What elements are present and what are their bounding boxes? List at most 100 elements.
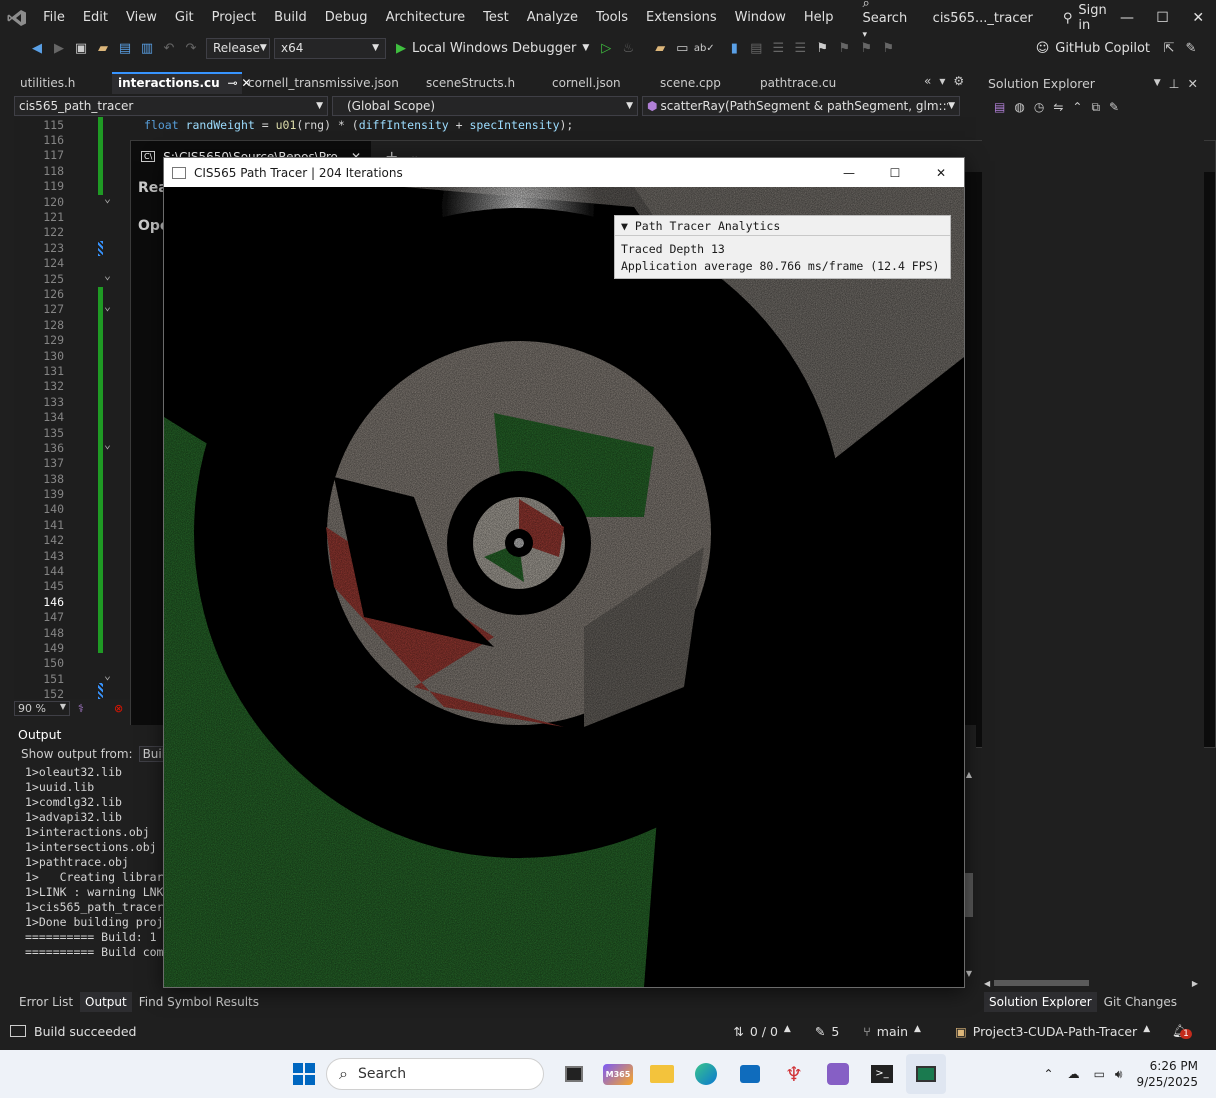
code-cleanup-icon[interactable]: ⚕ xyxy=(78,702,84,715)
menu-view[interactable]: View xyxy=(117,0,166,36)
back-icon[interactable]: ◀ xyxy=(26,37,48,59)
zoom-select[interactable]: 90 % ▼ xyxy=(14,700,70,716)
gear-icon[interactable]: ⚙ xyxy=(953,74,964,88)
menu-window[interactable]: Window xyxy=(726,0,795,36)
analytics-header[interactable]: ▼ Path Tracer Analytics xyxy=(615,216,950,236)
pt-maximize-button[interactable]: ☐ xyxy=(872,166,918,180)
visual-studio-icon[interactable] xyxy=(818,1054,858,1094)
bookmark-next-icon[interactable]: ⚑ xyxy=(855,37,877,59)
minimize-button[interactable]: — xyxy=(1109,0,1145,36)
hot-reload-icon[interactable]: ♨ xyxy=(617,37,639,59)
volume-icon[interactable]: 🔊︎ xyxy=(1115,1067,1123,1082)
feedback-icon[interactable]: ✎ xyxy=(1180,37,1202,59)
tab-cornell_transmissive-json[interactable]: cornell_transmissive.json xyxy=(242,72,420,94)
wrench-icon[interactable]: ✎ xyxy=(1109,100,1119,114)
path-tracer-app-icon[interactable] xyxy=(906,1054,946,1094)
panel-close-icon[interactable]: ✕ xyxy=(1188,76,1198,91)
globe-icon[interactable]: ◍ xyxy=(1014,100,1024,114)
folder-view-icon[interactable]: ▰ xyxy=(649,37,671,59)
git-app-icon[interactable]: ♆ xyxy=(774,1054,814,1094)
sync-icon[interactable]: ⇋ xyxy=(1053,100,1063,114)
outline-icon[interactable]: ▤ xyxy=(745,37,767,59)
render-canvas[interactable]: ▼ Path Tracer Analytics Traced Depth 13 … xyxy=(164,187,964,987)
tab-find-symbol-results[interactable]: Find Symbol Results xyxy=(134,992,264,1012)
menu-architecture[interactable]: Architecture xyxy=(377,0,475,36)
notifications-bell[interactable]: 🔔︎ 1 xyxy=(1172,1023,1192,1039)
store-icon[interactable] xyxy=(730,1054,770,1094)
switch-views-icon[interactable]: ▤ xyxy=(994,100,1005,114)
step-icon[interactable]: ▮ xyxy=(723,37,745,59)
solution-tree[interactable] xyxy=(986,758,1200,972)
indent-icon[interactable]: ☰ xyxy=(767,37,789,59)
tab-solution-explorer[interactable]: Solution Explorer xyxy=(984,992,1097,1012)
task-view-icon[interactable] xyxy=(554,1054,594,1094)
menu-git[interactable]: Git xyxy=(166,0,203,36)
network-icon[interactable]: ▭ xyxy=(1094,1067,1105,1081)
tab-git-changes[interactable]: Git Changes xyxy=(1099,992,1182,1012)
tab-utilities-h[interactable]: utilities.h xyxy=(14,72,112,94)
outdent-icon[interactable]: ☰ xyxy=(789,37,811,59)
save-icon[interactable]: ▤ xyxy=(114,37,136,59)
pending-edits[interactable]: ✎ 5 xyxy=(815,1024,839,1039)
maximize-button[interactable]: ☐ xyxy=(1145,0,1181,36)
forward-icon[interactable]: ▶ xyxy=(48,37,70,59)
menu-test[interactable]: Test xyxy=(474,0,518,36)
show-hidden-icons[interactable]: ⌃ xyxy=(1044,1067,1054,1081)
open-folder-icon[interactable]: ▰ xyxy=(92,37,114,59)
history-icon[interactable]: ◷ xyxy=(1034,100,1044,114)
start-debugging-button[interactable]: ▶ Local Windows Debugger ▼ xyxy=(396,41,589,56)
branch-selector[interactable]: ⑂ main ▲ xyxy=(863,1024,921,1039)
new-project-icon[interactable]: ▣ xyxy=(70,37,92,59)
menu-debug[interactable]: Debug xyxy=(316,0,377,36)
collapse-all-icon[interactable]: ⌃ xyxy=(1072,100,1082,114)
fold-chevron-icon[interactable]: ⌄ xyxy=(104,668,111,682)
file-explorer-icon[interactable] xyxy=(642,1054,682,1094)
menu-project[interactable]: Project xyxy=(203,0,265,36)
tab-dropdown-icon[interactable]: ▾ xyxy=(939,74,945,88)
scope-dropdown[interactable]: (Global Scope) ▼ xyxy=(332,96,638,116)
tab-output[interactable]: Output xyxy=(80,992,132,1012)
start-without-debugging-icon[interactable]: ▷ xyxy=(595,37,617,59)
terminal-app-icon[interactable]: >_ xyxy=(862,1054,902,1094)
tab-scene-cpp[interactable]: scene.cpp xyxy=(654,72,754,94)
tab-cornell-json[interactable]: cornell.json xyxy=(546,72,654,94)
menu-analyze[interactable]: Analyze xyxy=(518,0,587,36)
fold-chevron-icon[interactable]: ⌄ xyxy=(104,191,111,205)
share-icon[interactable]: ⇱ xyxy=(1158,37,1180,59)
fold-chevron-icon[interactable]: ⌄ xyxy=(104,268,111,282)
pin-icon[interactable]: ⊥ xyxy=(1169,76,1180,91)
menu-tools[interactable]: Tools xyxy=(587,0,637,36)
close-button[interactable]: ✕ xyxy=(1180,0,1216,36)
spell-check-icon[interactable]: ab✓ xyxy=(693,37,715,59)
tab-scenestructs-h[interactable]: sceneStructs.h xyxy=(420,72,546,94)
onedrive-icon[interactable]: ☁ xyxy=(1068,1067,1080,1081)
taskbar-search[interactable]: ⌕ Search xyxy=(326,1058,544,1090)
sign-in-button[interactable]: ⚲ Sign in xyxy=(1063,3,1109,33)
configuration-select[interactable]: Release ▼ xyxy=(206,37,270,59)
layout-icon[interactable]: ▭ xyxy=(671,37,693,59)
horizontal-scrollbar[interactable]: ◀ ▶ xyxy=(984,976,1198,990)
tab-pathtrace-cu[interactable]: pathtrace.cu xyxy=(754,72,860,94)
start-button[interactable] xyxy=(284,1054,324,1094)
pt-minimize-button[interactable]: — xyxy=(826,166,872,180)
fold-chevron-icon[interactable]: ⌄ xyxy=(104,437,111,451)
menu-help[interactable]: Help xyxy=(795,0,843,36)
project-dropdown[interactable]: cis565_path_tracer ▼ xyxy=(14,96,328,116)
menu-build[interactable]: Build xyxy=(265,0,316,36)
bookmark-icon[interactable]: ⚑ xyxy=(811,37,833,59)
pt-close-button[interactable]: ✕ xyxy=(918,166,964,180)
copy-icon[interactable]: ⧉ xyxy=(1091,100,1100,115)
repo-selector[interactable]: ▣ Project3-CUDA-Path-Tracer ▲ xyxy=(955,1024,1150,1039)
menu-file[interactable]: File xyxy=(34,0,74,36)
output-status-icon[interactable] xyxy=(10,1025,26,1037)
bookmark-clear-icon[interactable]: ⚑ xyxy=(877,37,899,59)
undo-icon[interactable]: ↶ xyxy=(158,37,180,59)
platform-select[interactable]: x64 ▼ xyxy=(274,37,386,59)
git-changes-indicator[interactable]: ⇅ 0 / 0 ▲ xyxy=(733,1024,790,1039)
clock[interactable]: 6:26 PM 9/25/2025 xyxy=(1136,1058,1198,1090)
member-dropdown[interactable]: ⬢ scatterRay(PathSegment & pathSegment, … xyxy=(642,96,960,116)
m365-copilot-icon[interactable]: M365 xyxy=(598,1054,638,1094)
panel-menu-icon[interactable]: ▼ xyxy=(1154,78,1161,88)
edge-icon[interactable] xyxy=(686,1054,726,1094)
search-button[interactable]: ⌕ Search ▾ xyxy=(855,0,921,41)
